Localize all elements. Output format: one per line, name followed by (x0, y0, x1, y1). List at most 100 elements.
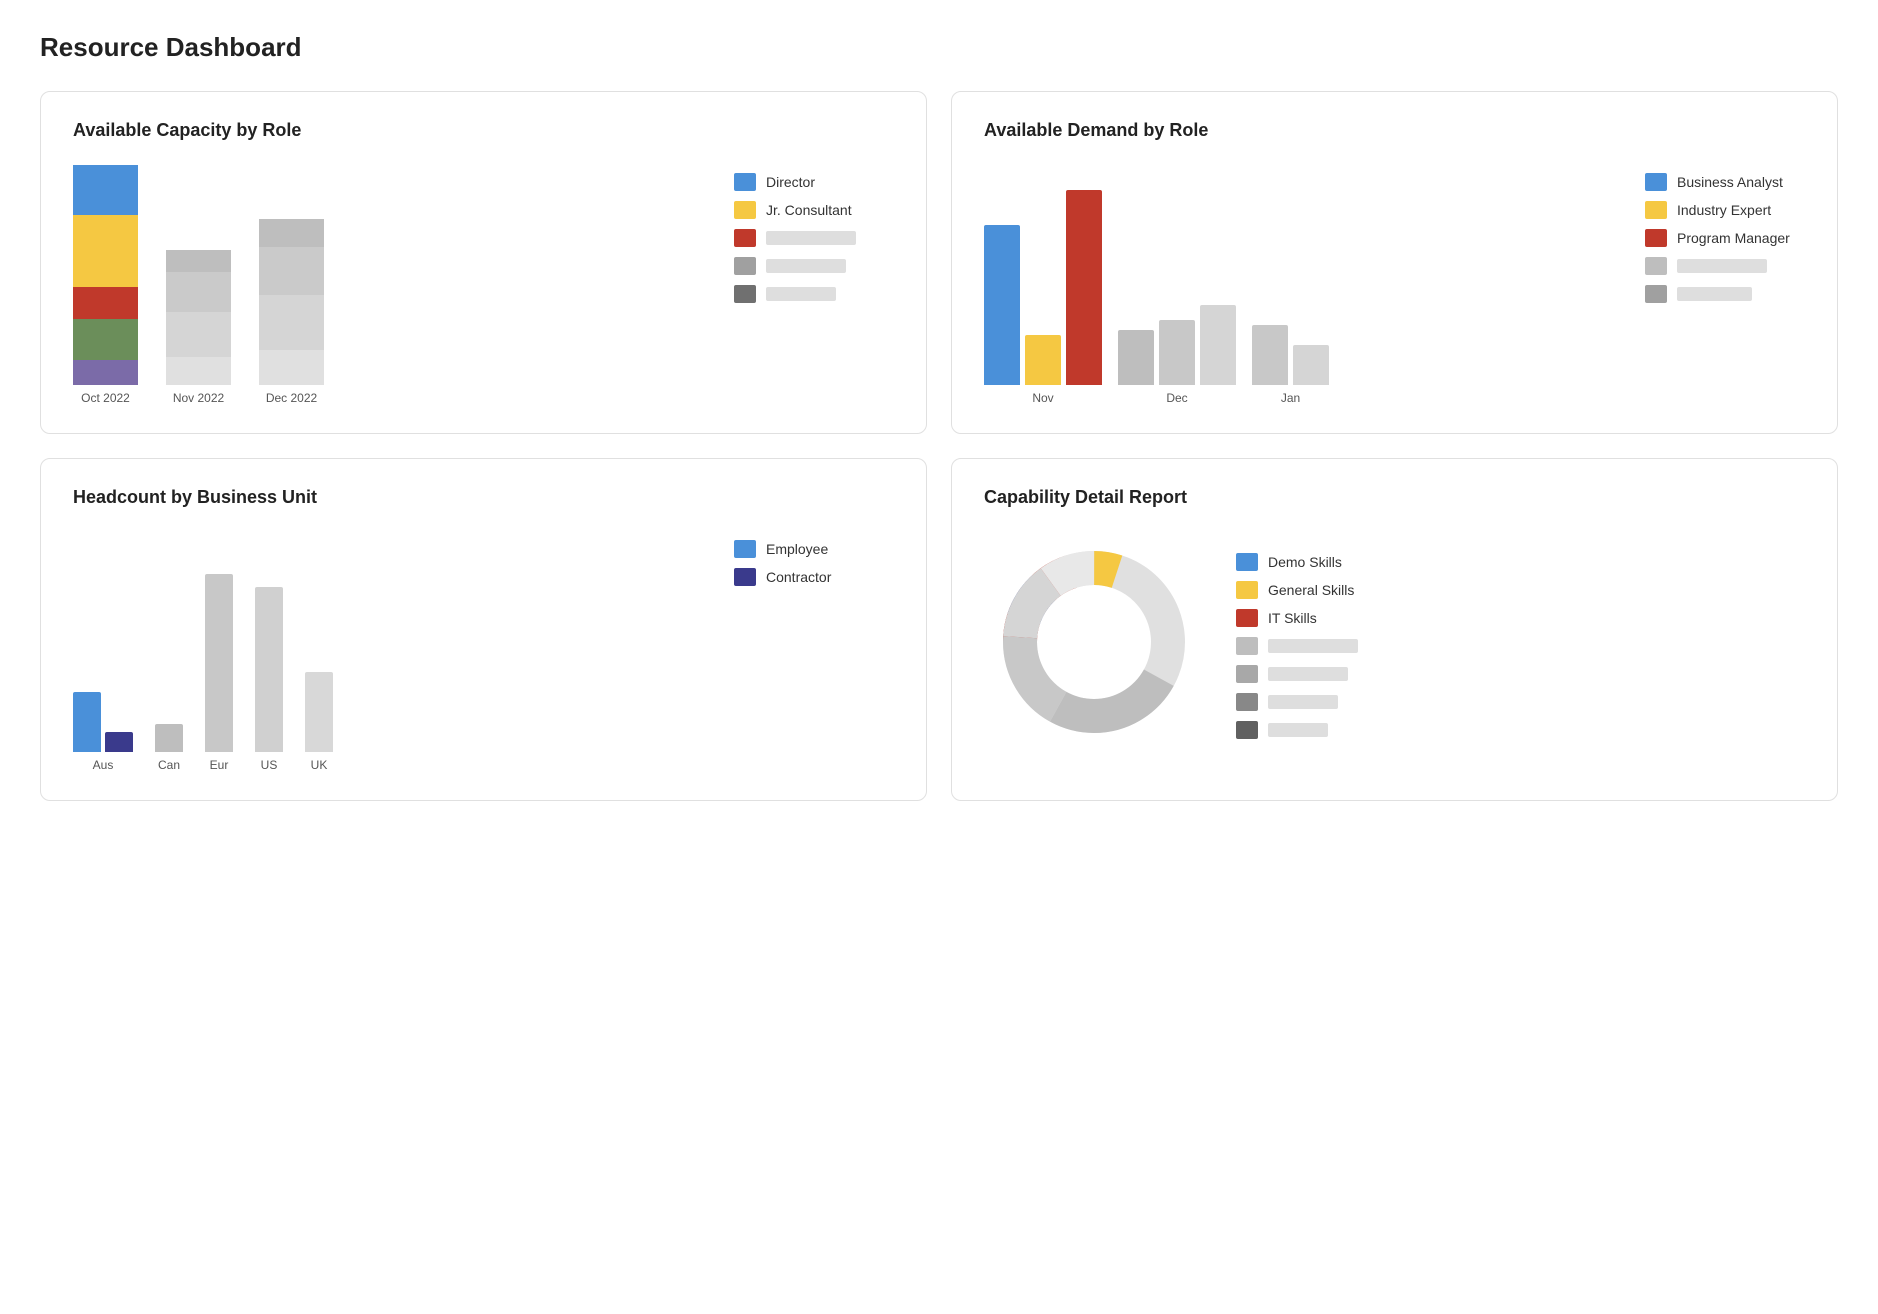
legend-dem5 (1645, 285, 1805, 303)
hc-aus-con (105, 732, 133, 752)
headcount-title: Headcount by Business Unit (73, 487, 894, 508)
ba-swatch (1645, 173, 1667, 191)
capacity-card: Available Capacity by Role Oct 2022 (40, 91, 927, 434)
hc-aus-label: Aus (93, 758, 114, 772)
demand-dec-bars (1118, 165, 1236, 385)
cap7-label (1268, 723, 1328, 737)
hc-eur-label: Eur (210, 758, 229, 772)
donut-chart (984, 532, 1204, 752)
demand-chart-area: Nov Dec (984, 165, 1805, 405)
dashboard-grid: Available Capacity by Role Oct 2022 (40, 91, 1838, 801)
ie-swatch (1645, 201, 1667, 219)
hc-us-bars (255, 532, 283, 752)
headcount-legend: Employee Contractor (734, 532, 894, 586)
capability-card: Capability Detail Report (951, 458, 1838, 801)
legend-contractor: Contractor (734, 568, 894, 586)
contractor-label: Contractor (766, 569, 831, 585)
demand-nov-pm (1066, 190, 1102, 385)
general-skills-swatch (1236, 581, 1258, 599)
demo-skills-swatch (1236, 553, 1258, 571)
hc-aus-emp (73, 692, 101, 752)
demand-dec-3 (1200, 305, 1236, 385)
hc-eur-emp (205, 574, 233, 752)
legend-cap3 (734, 229, 894, 247)
demand-nov-bars (984, 165, 1102, 385)
cap6-label (1268, 695, 1338, 709)
general-skills-label: General Skills (1268, 582, 1354, 598)
hc-us-emp (255, 587, 283, 752)
legend-general-skills: General Skills (1236, 581, 1396, 599)
demand-dec-label: Dec (1166, 391, 1187, 405)
label-nov: Nov 2022 (173, 391, 224, 405)
cap5-swatch2 (1236, 665, 1258, 683)
demand-nov-label: Nov (1032, 391, 1053, 405)
cap4-label2 (1268, 639, 1358, 653)
ie-label: Industry Expert (1677, 202, 1771, 218)
demand-jan-bars (1252, 165, 1329, 385)
dem5-swatch (1645, 285, 1667, 303)
capacity-chart-area: Oct 2022 Nov 2022 (73, 165, 894, 405)
legend-it-skills: IT Skills (1236, 609, 1396, 627)
demand-title: Available Demand by Role (984, 120, 1805, 141)
bar-dec (259, 165, 324, 385)
legend-cap-4 (1236, 637, 1396, 655)
it-skills-label: IT Skills (1268, 610, 1317, 626)
capacity-bars: Oct 2022 Nov 2022 (73, 165, 710, 405)
hc-can-emp (155, 724, 183, 752)
demand-jan-label: Jan (1281, 391, 1300, 405)
director-swatch (734, 173, 756, 191)
hc-aus-bars (73, 532, 133, 752)
ba-label: Business Analyst (1677, 174, 1783, 190)
hc-uk-emp (305, 672, 333, 752)
cap5-label2 (1268, 667, 1348, 681)
headcount-chart-area: Aus Can Eur (73, 532, 894, 772)
capability-chart-area: Demo Skills General Skills IT Skills (984, 532, 1805, 752)
cap5-label (766, 287, 836, 301)
it-skills-swatch (1236, 609, 1258, 627)
employee-label: Employee (766, 541, 828, 557)
cap4-swatch (734, 257, 756, 275)
demand-dec-1 (1118, 330, 1154, 385)
label-dec: Dec 2022 (266, 391, 317, 405)
legend-pm: Program Manager (1645, 229, 1805, 247)
pm-swatch (1645, 229, 1667, 247)
capability-legend: Demo Skills General Skills IT Skills (1236, 545, 1396, 739)
label-oct: Oct 2022 (81, 391, 130, 405)
dem4-swatch (1645, 257, 1667, 275)
cap3-label (766, 231, 856, 245)
headcount-bars: Aus Can Eur (73, 532, 710, 772)
legend-cap-7 (1236, 721, 1396, 739)
bar-oct (73, 165, 138, 385)
capability-title: Capability Detail Report (984, 487, 1805, 508)
bar-nov (166, 165, 231, 385)
legend-dem4 (1645, 257, 1805, 275)
demand-nov-ba (984, 225, 1020, 385)
hc-can-bars (155, 532, 183, 752)
cap4-swatch2 (1236, 637, 1258, 655)
hc-uk-label: UK (311, 758, 328, 772)
legend-cap-6 (1236, 693, 1396, 711)
hc-us-label: US (261, 758, 278, 772)
demand-card: Available Demand by Role Nov (951, 91, 1838, 434)
cap5-swatch (734, 285, 756, 303)
cap4-label (766, 259, 846, 273)
employee-swatch (734, 540, 756, 558)
hc-can-label: Can (158, 758, 180, 772)
dem4-label (1677, 259, 1767, 273)
headcount-card: Headcount by Business Unit Aus (40, 458, 927, 801)
hc-eur-bars (205, 532, 233, 752)
demand-nov-ie (1025, 335, 1061, 385)
dem5-label (1677, 287, 1752, 301)
demand-jan-2 (1293, 345, 1329, 385)
legend-ba: Business Analyst (1645, 173, 1805, 191)
jr-consultant-swatch (734, 201, 756, 219)
legend-cap5 (734, 285, 894, 303)
legend-ie: Industry Expert (1645, 201, 1805, 219)
demand-dec-2 (1159, 320, 1195, 385)
hc-uk-bars (305, 532, 333, 752)
jr-consultant-label: Jr. Consultant (766, 202, 852, 218)
demand-bars: Nov Dec (984, 165, 1621, 405)
legend-demo-skills: Demo Skills (1236, 553, 1396, 571)
legend-employee: Employee (734, 540, 894, 558)
pm-label: Program Manager (1677, 230, 1790, 246)
